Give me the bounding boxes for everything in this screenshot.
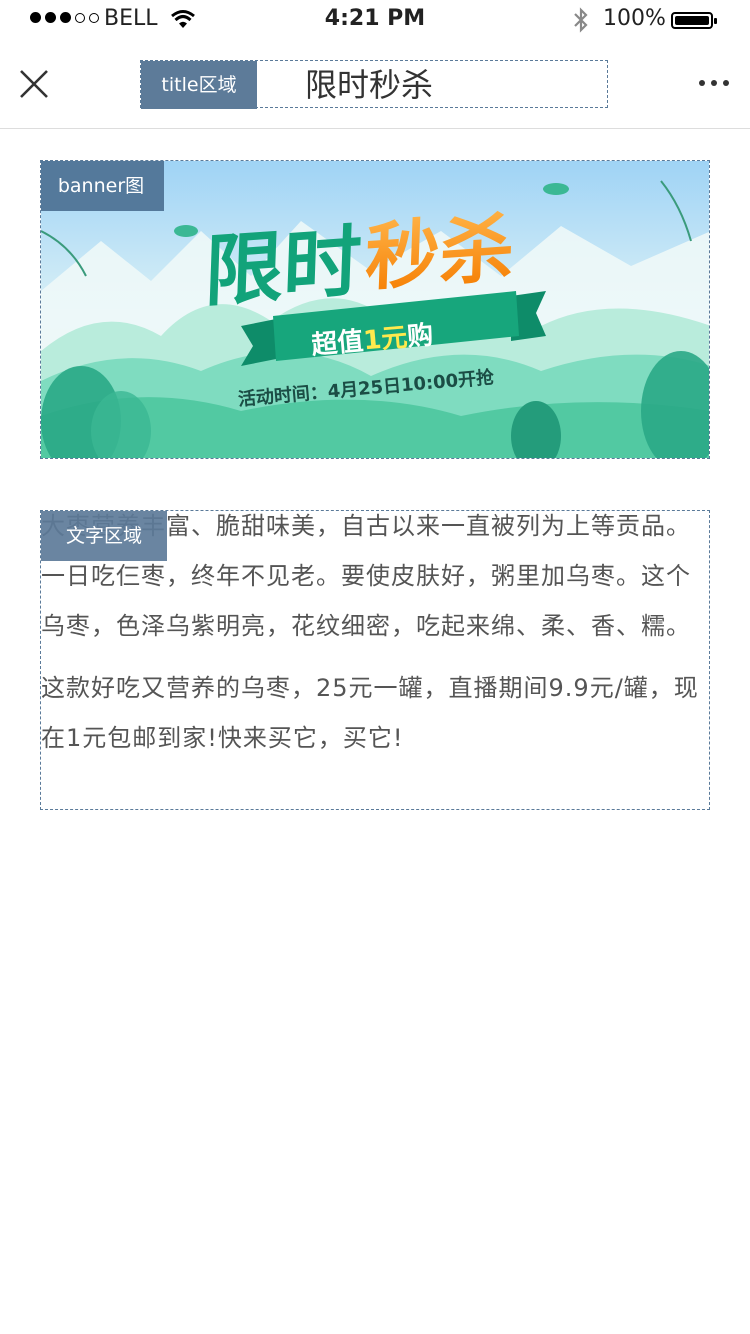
text-area: 文字区域 大枣营养丰富、脆甜味美，自古以来一直被列为上等贡品。一日吃仨枣，终年不… [40, 510, 710, 810]
banner-headline-part2: 秒杀 [364, 206, 516, 302]
banner-tag: banner图 [41, 161, 164, 211]
banner-image[interactable]: 限时 秒杀 超值1元购 活动时间：4月25日10:00开抢 banner图 [40, 160, 710, 459]
banner-ribbon-suffix: 购 [406, 320, 435, 352]
status-bar: BELL 4:21 PM 100% [0, 0, 750, 40]
description-paragraph-2: 这款好吃又营养的乌枣，25元一罐，直播期间9.9元/罐，现在1元包邮到家!快来买… [41, 674, 699, 752]
banner-ribbon-highlight: 1元 [362, 323, 409, 357]
close-icon[interactable] [18, 68, 50, 100]
text-area-tag: 文字区域 [41, 511, 167, 561]
title-area: title区域 限时秒杀 [140, 60, 608, 109]
banner-ribbon-prefix: 超值 [310, 326, 364, 360]
battery-percentage: 100% [603, 6, 666, 31]
title-area-tag: title区域 [141, 61, 257, 109]
more-options-icon[interactable] [699, 80, 729, 86]
battery-icon [671, 12, 717, 29]
navigation-bar: title区域 限时秒杀 [0, 40, 750, 129]
bluetooth-icon [574, 7, 588, 33]
page-title: 限时秒杀 [305, 66, 434, 104]
banner-headline-part1: 限时 [203, 216, 363, 317]
